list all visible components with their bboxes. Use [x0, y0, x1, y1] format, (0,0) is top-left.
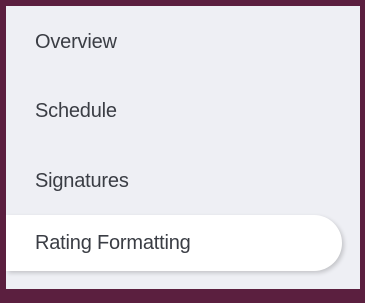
sidebar-nav: Overview Schedule Signatures Rating Form… [6, 6, 360, 289]
sidebar-item-signatures[interactable]: Signatures [6, 153, 129, 209]
sidebar-item-label: Schedule [35, 99, 117, 122]
sidebar-item-label: Rating Formatting [35, 231, 191, 254]
sidebar-item-overview[interactable]: Overview [6, 14, 117, 70]
sidebar-item-rating-formatting[interactable]: Rating Formatting [6, 215, 342, 271]
sidebar-item-label: Overview [35, 30, 117, 53]
sidebar-item-label: Signatures [35, 169, 129, 192]
window-frame: Overview Schedule Signatures Rating Form… [0, 0, 365, 303]
sidebar-item-schedule[interactable]: Schedule [6, 83, 117, 139]
